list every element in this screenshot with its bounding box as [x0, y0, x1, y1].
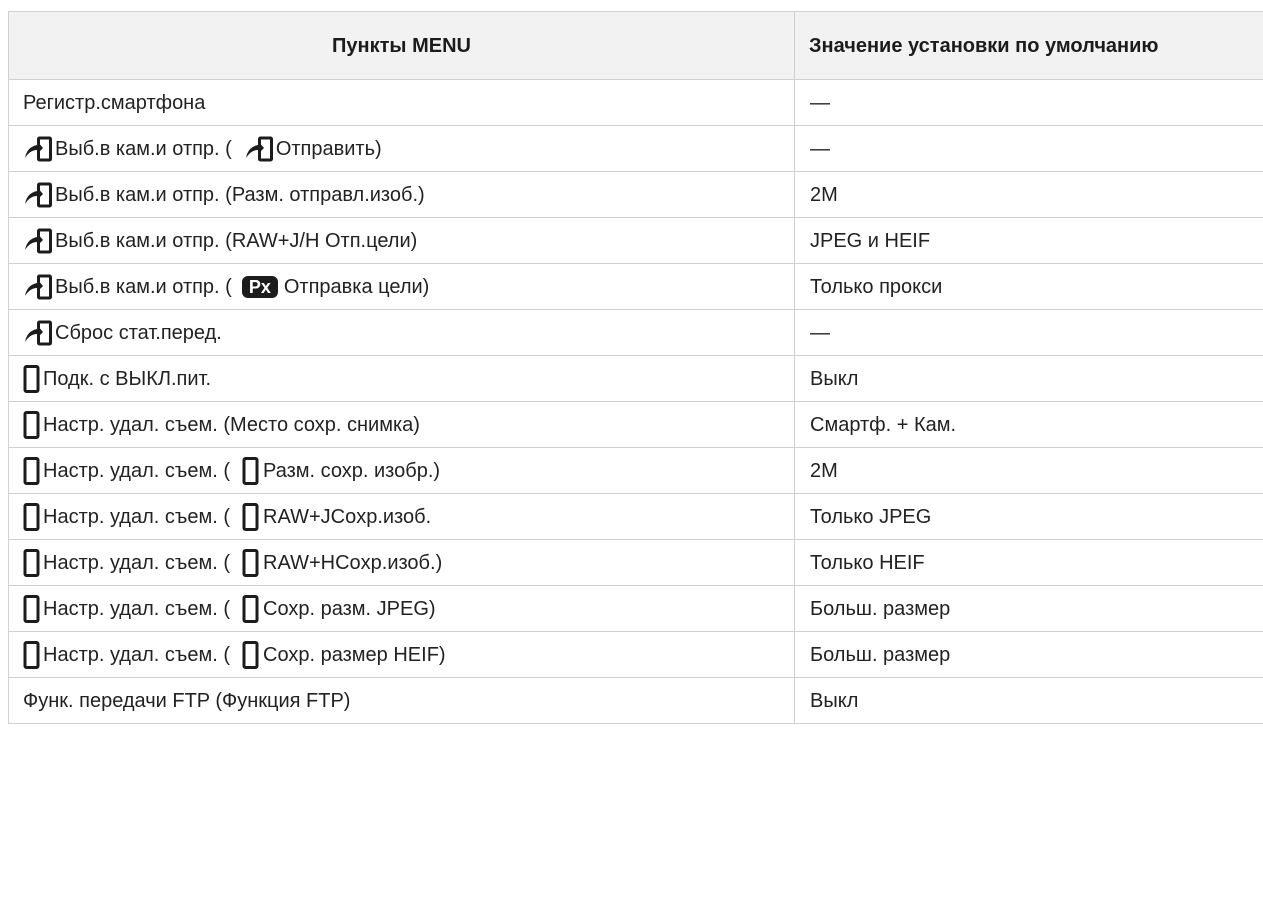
- table-row: Подк. с ВЫКЛ.пит. Выкл: [8, 355, 1263, 402]
- menu-item-label: Настр. удал. съем. (: [43, 597, 231, 620]
- table-header-row: Пункты MENU Значение установки по умолча…: [8, 11, 1263, 80]
- menu-item-label: Регистр.смартфона: [23, 91, 206, 114]
- table-row: Настр. удал. съем. (Место сохр. снимка) С…: [8, 401, 1263, 448]
- table-row: Настр. удал. съем. ( Сохр. разм. JPEG) Бол…: [8, 585, 1263, 632]
- proxy-badge-icon: Px: [241, 275, 278, 298]
- smartphone-icon: [23, 548, 41, 577]
- menu-item-cell: Выб.в кам.и отпр. (RAW+J/H Отп.цели): [8, 217, 795, 264]
- send-icon: [23, 182, 53, 208]
- menu-item-cell: Подк. с ВЫКЛ.пит.: [8, 355, 795, 402]
- send-icon: [23, 320, 53, 346]
- send-icon: [23, 136, 53, 162]
- menu-item-label: Настр. удал. съем. (: [43, 643, 231, 666]
- menu-item-cell: Выб.в кам.и отпр. ( Px Отправка цели): [8, 263, 795, 310]
- default-value-cell: Больш. размер: [794, 585, 1263, 632]
- menu-item-label: Сброс стат.перед.: [55, 321, 222, 344]
- menu-item-cell: Настр. удал. съем. ( RAW+JCoxp.изоб.: [8, 493, 795, 540]
- menu-item-cell: Функ. передачи FTP (Функция FTP): [8, 677, 795, 724]
- table-row: Выб.в кам.и отпр. ( Отправить) —: [8, 125, 1263, 172]
- smartphone-icon: [242, 502, 260, 531]
- smartphone-icon: [242, 548, 260, 577]
- table-row: Выб.в кам.и отпр. (RAW+J/H Отп.цели) JPEG…: [8, 217, 1263, 264]
- menu-item-cell: Настр. удал. съем. ( Сохр. размер HEIF): [8, 631, 795, 678]
- menu-item-label: Выб.в кам.и отпр. (RAW+J/H Отп.цели): [55, 229, 418, 252]
- default-value-cell: —: [794, 125, 1263, 172]
- menu-item-label-suffix: RAW+JCoxp.изоб.: [263, 505, 432, 528]
- table-row: Выб.в кам.и отпр. (Разм. отправл.изоб.) 2…: [8, 171, 1263, 218]
- menu-item-cell: Настр. удал. съем. ( Разм. сохр. изобр.): [8, 447, 795, 494]
- menu-item-label: Выб.в кам.и отпр. (: [55, 275, 232, 298]
- table-row: Настр. удал. съем. ( Разм. сохр. изобр.) 2…: [8, 447, 1263, 494]
- table-row: Настр. удал. съем. ( RAW+JCoxp.изоб. Тольк…: [8, 493, 1263, 540]
- column-header-menu: Пункты MENU: [8, 11, 795, 80]
- table-row: Настр. удал. съем. ( RAW+HCoxp.изоб.) Толь…: [8, 539, 1263, 586]
- send-icon: [244, 136, 274, 162]
- smartphone-icon: [23, 640, 41, 669]
- menu-item-cell: Настр. удал. съем. (Место сохр. снимка): [8, 401, 795, 448]
- menu-item-label-suffix: RAW+HCoxp.изоб.): [263, 551, 443, 574]
- table-row: Выб.в кам.и отпр. ( Px Отправка цели) Тольк…: [8, 263, 1263, 310]
- menu-item-label-suffix: Сохр. разм. JPEG): [263, 597, 436, 620]
- smartphone-icon: [23, 456, 41, 485]
- settings-table: Пункты MENU Значение установки по умолча…: [8, 11, 1263, 724]
- smartphone-icon: [242, 640, 260, 669]
- default-value-cell: Выкл: [794, 355, 1263, 402]
- table-row: Сброс стат.перед. —: [8, 309, 1263, 356]
- menu-item-label: Выб.в кам.и отпр. (Разм. отправл.изоб.): [55, 183, 425, 206]
- menu-item-label-suffix: Отправка цели): [283, 275, 430, 298]
- menu-item-label: Настр. удал. съем. (: [43, 459, 231, 482]
- default-value-cell: Только JPEG: [794, 493, 1263, 540]
- menu-item-cell: Регистр.смартфона: [8, 79, 795, 126]
- menu-item-label: Выб.в кам.и отпр. (: [55, 137, 232, 160]
- page: Пункты MENU Значение установки по умолча…: [8, 11, 1263, 904]
- smartphone-icon: [242, 456, 260, 485]
- menu-item-cell: Сброс стат.перед.: [8, 309, 795, 356]
- menu-item-cell: Настр. удал. съем. ( Сохр. разм. JPEG): [8, 585, 795, 632]
- menu-item-cell: Настр. удал. съем. ( RAW+HCoxp.изоб.): [8, 539, 795, 586]
- default-value-cell: Больш. размер: [794, 631, 1263, 678]
- default-value-cell: JPEG и HEIF: [794, 217, 1263, 264]
- menu-item-cell: Выб.в кам.и отпр. (Разм. отправл.изоб.): [8, 171, 795, 218]
- menu-item-label: Настр. удал. съем. (Место сохр. снимка): [43, 413, 420, 436]
- default-value-cell: Только HEIF: [794, 539, 1263, 586]
- default-value-cell: Выкл: [794, 677, 1263, 724]
- default-value-cell: Смартф. + Кам.: [794, 401, 1263, 448]
- table-row: Регистр.смартфона —: [8, 79, 1263, 126]
- default-value-cell: —: [794, 309, 1263, 356]
- default-value-cell: —: [794, 79, 1263, 126]
- smartphone-icon: [23, 502, 41, 531]
- send-icon: [23, 228, 53, 254]
- default-value-cell: Только прокси: [794, 263, 1263, 310]
- menu-item-label: Функ. передачи FTP (Функция FTP): [23, 689, 351, 712]
- smartphone-icon: [242, 594, 260, 623]
- table-row: Функ. передачи FTP (Функция FTP) Выкл: [8, 677, 1263, 724]
- smartphone-icon: [23, 364, 41, 393]
- smartphone-icon: [23, 594, 41, 623]
- default-value-cell: 2M: [794, 447, 1263, 494]
- table-row: Настр. удал. съем. ( Сохр. размер HEIF) Бо…: [8, 631, 1263, 678]
- send-icon: [23, 274, 53, 300]
- menu-item-label-suffix: Отправить): [275, 137, 382, 160]
- menu-item-cell: Выб.в кам.и отпр. ( Отправить): [8, 125, 795, 172]
- smartphone-icon: [23, 410, 41, 439]
- menu-item-label: Настр. удал. съем. (: [43, 551, 231, 574]
- menu-item-label-suffix: Сохр. размер HEIF): [263, 643, 446, 666]
- menu-item-label-suffix: Разм. сохр. изобр.): [263, 459, 441, 482]
- menu-item-label: Подк. с ВЫКЛ.пит.: [43, 367, 212, 390]
- column-header-default: Значение установки по умолчанию: [794, 11, 1263, 80]
- default-value-cell: 2M: [794, 171, 1263, 218]
- menu-item-label: Настр. удал. съем. (: [43, 505, 231, 528]
